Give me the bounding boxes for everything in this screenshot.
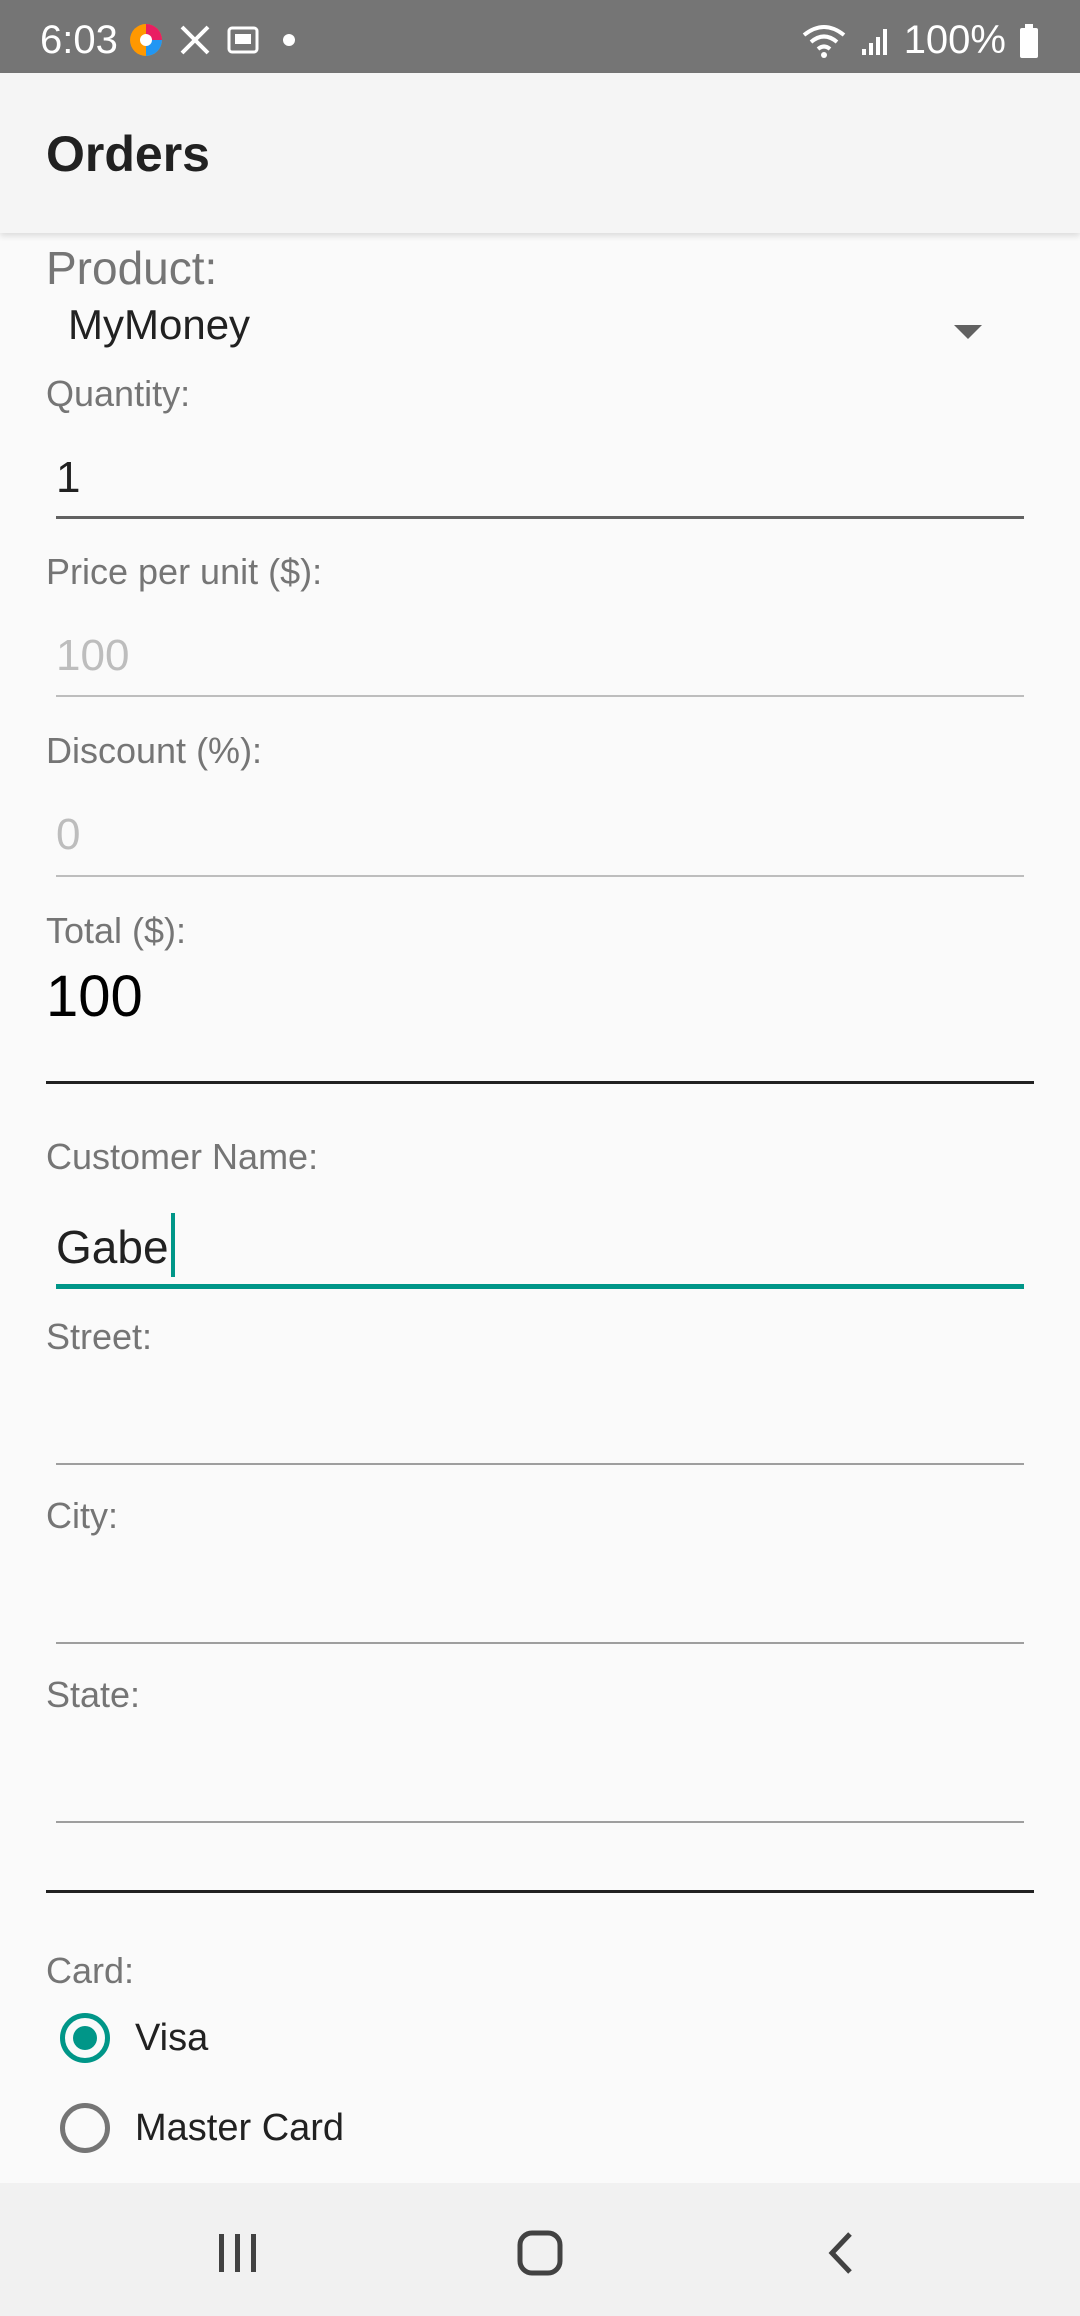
screen-icon [227,26,259,54]
back-icon [828,2232,852,2274]
home-icon [517,2230,563,2276]
page-title: Orders [46,126,210,182]
price-underline [56,695,1024,697]
total-label: Total ($): [46,910,187,951]
order-form: Product: MyMoney Quantity: 1 Price per u… [0,233,1080,2183]
app-bar: Orders [0,73,1080,233]
text-cursor [170,1213,175,1277]
street-underline [56,1463,1024,1465]
card-label: Card: [46,1950,135,1991]
price-label: Price per unit ($): [46,551,323,592]
tools-icon [180,25,210,55]
state-underline [56,1821,1024,1823]
signal-icon [861,28,887,55]
state-input[interactable] [56,1741,1024,1821]
city-underline [56,1642,1024,1644]
browser-icon [130,24,162,56]
status-time: 6:03 [40,18,118,62]
customer-name-value: Gabe [56,1221,169,1273]
divider [46,1081,1034,1084]
navigation-bar [0,2183,1080,2316]
master-card-radio[interactable] [60,2103,110,2153]
customer-name-underline [56,1284,1024,1289]
product-label: Product: [46,242,218,294]
recent-apps-icon [219,2234,256,2272]
quantity-input[interactable]: 1 [56,453,80,503]
back-button[interactable] [802,2213,882,2293]
status-bar: 6:03 100% [0,0,1080,73]
home-button[interactable] [500,2213,580,2293]
discount-input: 0 [56,810,81,859]
customer-name-input[interactable]: Gabe [56,1213,175,1277]
recent-apps-button[interactable] [198,2213,278,2293]
wifi-icon [802,24,845,58]
discount-label: Discount (%): [46,730,263,771]
master-card-label[interactable]: Master Card [135,2107,344,2150]
quantity-label: Quantity: [46,373,191,414]
product-selected-value: MyMoney [68,301,251,348]
quantity-underline [56,516,1024,519]
street-label: Street: [46,1316,153,1357]
divider [46,1890,1034,1893]
discount-underline [56,875,1024,877]
dropdown-arrow-icon[interactable] [954,325,982,339]
total-value: 100 [46,964,143,1029]
battery-percent: 100% [903,18,1006,62]
battery-icon [1020,23,1038,58]
city-input[interactable] [56,1563,1024,1643]
visa-label[interactable]: Visa [135,2017,208,2060]
street-input[interactable] [56,1383,1024,1463]
price-input: 100 [56,631,130,680]
visa-radio[interactable] [60,2013,110,2063]
customer-name-label: Customer Name: [46,1136,319,1177]
dot-icon [283,34,295,46]
state-label: State: [46,1674,141,1715]
product-dropdown[interactable]: MyMoney [46,293,1034,363]
city-label: City: [46,1495,118,1536]
